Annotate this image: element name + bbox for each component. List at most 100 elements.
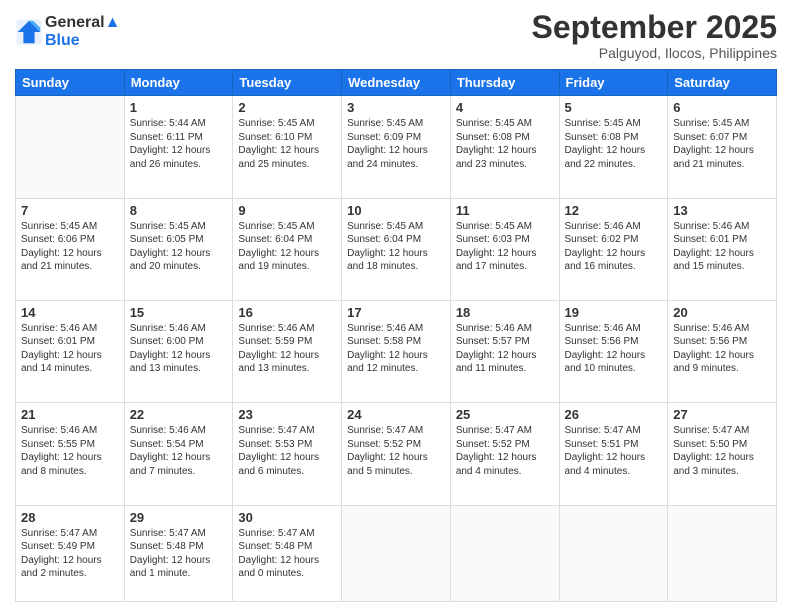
calendar-cell: 7 Sunrise: 5:45 AMSunset: 6:06 PMDaylight… <box>16 198 125 300</box>
calendar-cell: 19Sunrise: 5:46 AMSunset: 5:56 PMDayligh… <box>559 300 668 402</box>
calendar-cell: 27 Sunrise: 5:47 AMSunset: 5:50 PMDayligh… <box>668 403 777 505</box>
cell-info: Sunrise: 5:45 AMSunset: 6:08 PMDaylight:… <box>456 117 554 171</box>
col-tuesday: Tuesday <box>233 70 342 96</box>
cell-info: Sunrise: 5:47 AMSunset: 5:50 PMDaylight:… <box>673 424 771 478</box>
day-number: 24 <box>347 407 445 422</box>
calendar-cell: 24 Sunrise: 5:47 AMSunset: 5:52 PMDayligh… <box>342 403 451 505</box>
calendar-cell: 11 Sunrise: 5:45 AMSunset: 6:03 PMDayligh… <box>450 198 559 300</box>
calendar-table: Sunday Monday Tuesday Wednesday Thursday… <box>15 69 777 602</box>
calendar-cell: 30 Sunrise: 5:47 AMSunset: 5:48 PMDayligh… <box>233 505 342 601</box>
day-number: 9 <box>238 203 336 218</box>
cell-info: Sunrise: 5:46 AMSunset: 5:58 PMDaylight:… <box>347 322 445 376</box>
day-number: 13 <box>673 203 771 218</box>
cell-info: Sunrise: 5:45 AMSunset: 6:03 PMDaylight:… <box>456 220 554 274</box>
header: General▲ Blue September 2025 Palguyod, I… <box>15 10 777 61</box>
cell-info: Sunrise: 5:47 AMSunset: 5:51 PMDaylight:… <box>565 424 663 478</box>
cell-info: Sunrise: 5:47 AMSunset: 5:53 PMDaylight:… <box>238 424 336 478</box>
day-number: 16 <box>238 305 336 320</box>
calendar-cell: 25Sunrise: 5:47 AMSunset: 5:52 PMDayligh… <box>450 403 559 505</box>
calendar-cell <box>16 96 125 198</box>
cell-info: Sunrise: 5:46 AMSunset: 6:00 PMDaylight:… <box>130 322 228 376</box>
day-number: 25 <box>456 407 554 422</box>
col-thursday: Thursday <box>450 70 559 96</box>
day-number: 27 <box>673 407 771 422</box>
calendar-cell: 17 Sunrise: 5:46 AMSunset: 5:58 PMDayligh… <box>342 300 451 402</box>
col-monday: Monday <box>124 70 233 96</box>
day-number: 26 <box>565 407 663 422</box>
cell-info: Sunrise: 5:47 AMSunset: 5:48 PMDaylight:… <box>238 527 336 581</box>
day-number: 14 <box>21 305 119 320</box>
calendar-cell: 3 Sunrise: 5:45 AMSunset: 6:09 PMDaylight… <box>342 96 451 198</box>
cell-info: Sunrise: 5:47 AMSunset: 5:49 PMDaylight:… <box>21 527 119 581</box>
day-number: 12 <box>565 203 663 218</box>
calendar-cell: 23 Sunrise: 5:47 AMSunset: 5:53 PMDayligh… <box>233 403 342 505</box>
calendar-cell: 5 Sunrise: 5:45 AMSunset: 6:08 PMDaylight… <box>559 96 668 198</box>
calendar-cell: 9 Sunrise: 5:45 AMSunset: 6:04 PMDaylight… <box>233 198 342 300</box>
day-number: 21 <box>21 407 119 422</box>
calendar-cell: 16 Sunrise: 5:46 AMSunset: 5:59 PMDayligh… <box>233 300 342 402</box>
cell-info: Sunrise: 5:45 AMSunset: 6:04 PMDaylight:… <box>238 220 336 274</box>
cell-info: Sunrise: 5:45 AMSunset: 6:07 PMDaylight:… <box>673 117 771 171</box>
cell-info: Sunrise: 5:45 AMSunset: 6:06 PMDaylight:… <box>21 220 119 274</box>
day-number: 6 <box>673 100 771 115</box>
location-subtitle: Palguyod, Ilocos, Philippines <box>532 45 777 61</box>
cell-info: Sunrise: 5:46 AMSunset: 6:02 PMDaylight:… <box>565 220 663 274</box>
calendar-body: 1 Sunrise: 5:44 AMSunset: 6:11 PMDaylight… <box>16 96 777 602</box>
cell-info: Sunrise: 5:45 AMSunset: 6:04 PMDaylight:… <box>347 220 445 274</box>
month-title: September 2025 <box>532 10 777 45</box>
cell-info: Sunrise: 5:46 AMSunset: 5:54 PMDaylight:… <box>130 424 228 478</box>
col-wednesday: Wednesday <box>342 70 451 96</box>
day-number: 29 <box>130 510 228 525</box>
cell-info: Sunrise: 5:46 AMSunset: 5:56 PMDaylight:… <box>673 322 771 376</box>
calendar-cell: 2Sunrise: 5:45 AMSunset: 6:10 PMDaylight… <box>233 96 342 198</box>
logo: General▲ Blue <box>15 14 120 50</box>
calendar-cell: 15 Sunrise: 5:46 AMSunset: 6:00 PMDayligh… <box>124 300 233 402</box>
cell-info: Sunrise: 5:46 AMSunset: 5:57 PMDaylight:… <box>456 322 554 376</box>
calendar-cell <box>342 505 451 601</box>
cell-info: Sunrise: 5:44 AMSunset: 6:11 PMDaylight:… <box>130 117 228 171</box>
day-number: 5 <box>565 100 663 115</box>
day-number: 23 <box>238 407 336 422</box>
day-number: 22 <box>130 407 228 422</box>
day-number: 2 <box>238 100 336 115</box>
title-block: September 2025 Palguyod, Ilocos, Philipp… <box>532 10 777 61</box>
day-number: 30 <box>238 510 336 525</box>
cell-info: Sunrise: 5:45 AMSunset: 6:05 PMDaylight:… <box>130 220 228 274</box>
day-number: 3 <box>347 100 445 115</box>
calendar-cell: 21 Sunrise: 5:46 AMSunset: 5:55 PMDayligh… <box>16 403 125 505</box>
cell-info: Sunrise: 5:46 AMSunset: 6:01 PMDaylight:… <box>673 220 771 274</box>
day-number: 18 <box>456 305 554 320</box>
day-number: 1 <box>130 100 228 115</box>
calendar-cell: 22 Sunrise: 5:46 AMSunset: 5:54 PMDayligh… <box>124 403 233 505</box>
cell-info: Sunrise: 5:47 AMSunset: 5:48 PMDaylight:… <box>130 527 228 581</box>
calendar-cell: 28 Sunrise: 5:47 AMSunset: 5:49 PMDayligh… <box>16 505 125 601</box>
cell-info: Sunrise: 5:46 AMSunset: 6:01 PMDaylight:… <box>21 322 119 376</box>
cell-info: Sunrise: 5:47 AMSunset: 5:52 PMDaylight:… <box>347 424 445 478</box>
page: General▲ Blue September 2025 Palguyod, I… <box>0 0 792 612</box>
day-number: 7 <box>21 203 119 218</box>
day-number: 19 <box>565 305 663 320</box>
calendar-cell: 29 Sunrise: 5:47 AMSunset: 5:48 PMDayligh… <box>124 505 233 601</box>
day-number: 20 <box>673 305 771 320</box>
col-saturday: Saturday <box>668 70 777 96</box>
logo-text: General▲ Blue <box>45 14 120 50</box>
cell-info: Sunrise: 5:45 AMSunset: 6:08 PMDaylight:… <box>565 117 663 171</box>
day-number: 8 <box>130 203 228 218</box>
day-number: 10 <box>347 203 445 218</box>
calendar-cell: 10 Sunrise: 5:45 AMSunset: 6:04 PMDayligh… <box>342 198 451 300</box>
day-number: 28 <box>21 510 119 525</box>
day-number: 15 <box>130 305 228 320</box>
cell-info: Sunrise: 5:46 AMSunset: 5:59 PMDaylight:… <box>238 322 336 376</box>
calendar-cell <box>668 505 777 601</box>
cell-info: Sunrise: 5:46 AMSunset: 5:55 PMDaylight:… <box>21 424 119 478</box>
calendar-cell: 1 Sunrise: 5:44 AMSunset: 6:11 PMDaylight… <box>124 96 233 198</box>
calendar-cell <box>559 505 668 601</box>
calendar-cell: 8 Sunrise: 5:45 AMSunset: 6:05 PMDaylight… <box>124 198 233 300</box>
day-number: 4 <box>456 100 554 115</box>
calendar-cell: 18 Sunrise: 5:46 AMSunset: 5:57 PMDayligh… <box>450 300 559 402</box>
calendar-cell: 26 Sunrise: 5:47 AMSunset: 5:51 PMDayligh… <box>559 403 668 505</box>
day-number: 11 <box>456 203 554 218</box>
col-friday: Friday <box>559 70 668 96</box>
day-number: 17 <box>347 305 445 320</box>
cell-info: Sunrise: 5:45 AMSunset: 6:09 PMDaylight:… <box>347 117 445 171</box>
